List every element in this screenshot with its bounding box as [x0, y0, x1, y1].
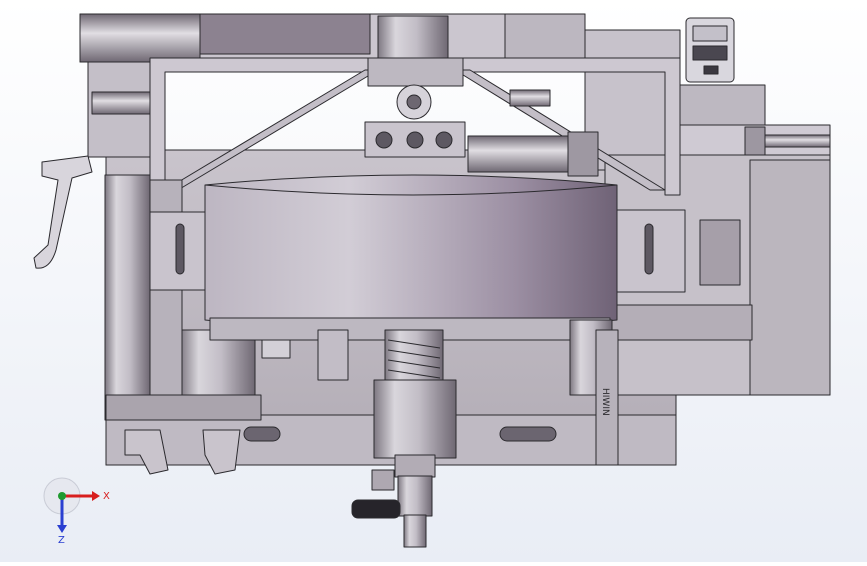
left-cylinder-1 — [104, 174, 151, 421]
right-small-motor — [699, 219, 741, 286]
pneumatic-cylinder-head — [567, 131, 599, 177]
pressure-sensor-display — [692, 25, 728, 42]
fitting-1 — [261, 339, 291, 359]
mount-bolt-2 — [406, 131, 424, 149]
top-housing-right-block — [504, 13, 586, 63]
right-valve-block — [679, 84, 766, 126]
pressure-sensor-buttons — [692, 45, 728, 61]
top-housing-purple-block — [199, 13, 371, 55]
cad-viewport[interactable]: HIWIN X Z — [0, 0, 867, 562]
right-lower-bar — [611, 304, 753, 341]
pneumatic-cylinder — [467, 135, 579, 173]
fitting-block — [317, 329, 349, 381]
slot-right — [499, 426, 557, 442]
lower-shaft — [403, 514, 427, 548]
x-axis-label: X — [103, 491, 110, 502]
left-cylinder-base — [105, 394, 262, 421]
right-side-plate-edge — [749, 159, 831, 396]
mount-bolt-1 — [375, 131, 393, 149]
rail-stamp: HIWIN — [600, 388, 610, 416]
top-center-bearing-hole — [406, 94, 422, 110]
top-center-collar — [367, 57, 464, 87]
lower-motor-neck — [394, 454, 436, 478]
lower-knob — [351, 499, 401, 519]
pressure-sensor-connector — [703, 65, 719, 75]
y-axis-dot — [58, 492, 66, 500]
mount-bolt-3 — [435, 131, 453, 149]
lower-motor-body — [373, 379, 457, 459]
lower-coupling — [397, 475, 433, 517]
right-shaft-nut — [744, 126, 766, 156]
top-center-cylinder — [377, 15, 449, 63]
left-drum-bracket-slot — [175, 223, 185, 275]
left-frame-roller — [91, 91, 153, 115]
main-drum — [204, 174, 618, 331]
upper-pin — [509, 89, 551, 107]
lower-knob-mount — [371, 469, 395, 491]
cad-model-render: HIWIN X Z — [0, 0, 867, 562]
slot-left — [243, 426, 281, 442]
right-drum-bracket-slot — [644, 223, 654, 275]
top-housing-left-cylinder — [79, 13, 201, 63]
z-axis-label: Z — [58, 535, 65, 546]
